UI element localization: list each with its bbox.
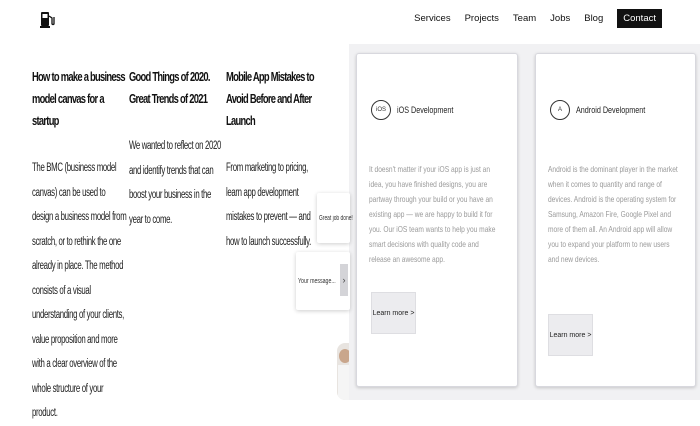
post-title[interactable]: Mobile App Mistakes to Avoid Before and … bbox=[226, 66, 323, 132]
nav-team[interactable]: Team bbox=[513, 13, 536, 24]
avatar[interactable] bbox=[337, 343, 349, 400]
android-icon: A bbox=[550, 100, 570, 120]
message-popup[interactable]: Your message... › bbox=[296, 252, 350, 310]
post-excerpt: From marketing to pricing, learn app dev… bbox=[226, 162, 311, 248]
nav-projects[interactable]: Projects bbox=[465, 13, 499, 24]
review-text: Great job done! bbox=[319, 214, 353, 222]
card-header: iOS iOS Development bbox=[371, 100, 468, 120]
nav-services[interactable]: Services bbox=[414, 13, 450, 24]
service-card-android: A Android Development Android is the dom… bbox=[535, 53, 696, 387]
learn-more-button[interactable]: Learn more > bbox=[548, 314, 593, 356]
main-nav: Services Projects Team Jobs Blog Contact bbox=[414, 9, 662, 28]
fuel-pump-icon[interactable] bbox=[40, 10, 56, 28]
post-title[interactable]: How to make a business model canvas for … bbox=[32, 66, 129, 132]
contact-button[interactable]: Contact bbox=[617, 9, 662, 28]
nav-jobs[interactable]: Jobs bbox=[550, 13, 570, 24]
card-title: iOS Development bbox=[397, 105, 454, 115]
ios-icon: iOS bbox=[371, 100, 391, 120]
blog-post[interactable]: Mobile App Mistakes to Avoid Before and … bbox=[226, 66, 323, 426]
card-description: Android is the dominant player in the ma… bbox=[548, 164, 678, 264]
nav-blog[interactable]: Blog bbox=[584, 13, 603, 24]
review-popup[interactable]: Great job done! bbox=[317, 193, 353, 243]
message-text: Your message... bbox=[298, 277, 336, 285]
post-excerpt: We wanted to reflect on 2020 and identif… bbox=[129, 140, 222, 226]
blog-posts: How to make a business model canvas for … bbox=[32, 66, 323, 426]
card-title: Android Development bbox=[576, 105, 646, 115]
learn-more-button[interactable]: Learn more > bbox=[371, 292, 416, 334]
post-excerpt: The BMC (business model canvas) can be u… bbox=[32, 162, 127, 419]
service-card-ios: iOS iOS Development It doesn't matter if… bbox=[356, 53, 518, 387]
post-title[interactable]: Good Things of 2020. Great Trends of 202… bbox=[129, 66, 226, 110]
card-header: A Android Development bbox=[550, 100, 663, 120]
services-panel: iOS iOS Development It doesn't matter if… bbox=[349, 44, 700, 400]
blog-post[interactable]: How to make a business model canvas for … bbox=[32, 66, 129, 426]
card-description: It doesn't matter if your iOS app is jus… bbox=[369, 164, 496, 264]
blog-post[interactable]: Good Things of 2020. Great Trends of 202… bbox=[129, 66, 226, 426]
chevron-right-icon[interactable]: › bbox=[340, 264, 348, 296]
